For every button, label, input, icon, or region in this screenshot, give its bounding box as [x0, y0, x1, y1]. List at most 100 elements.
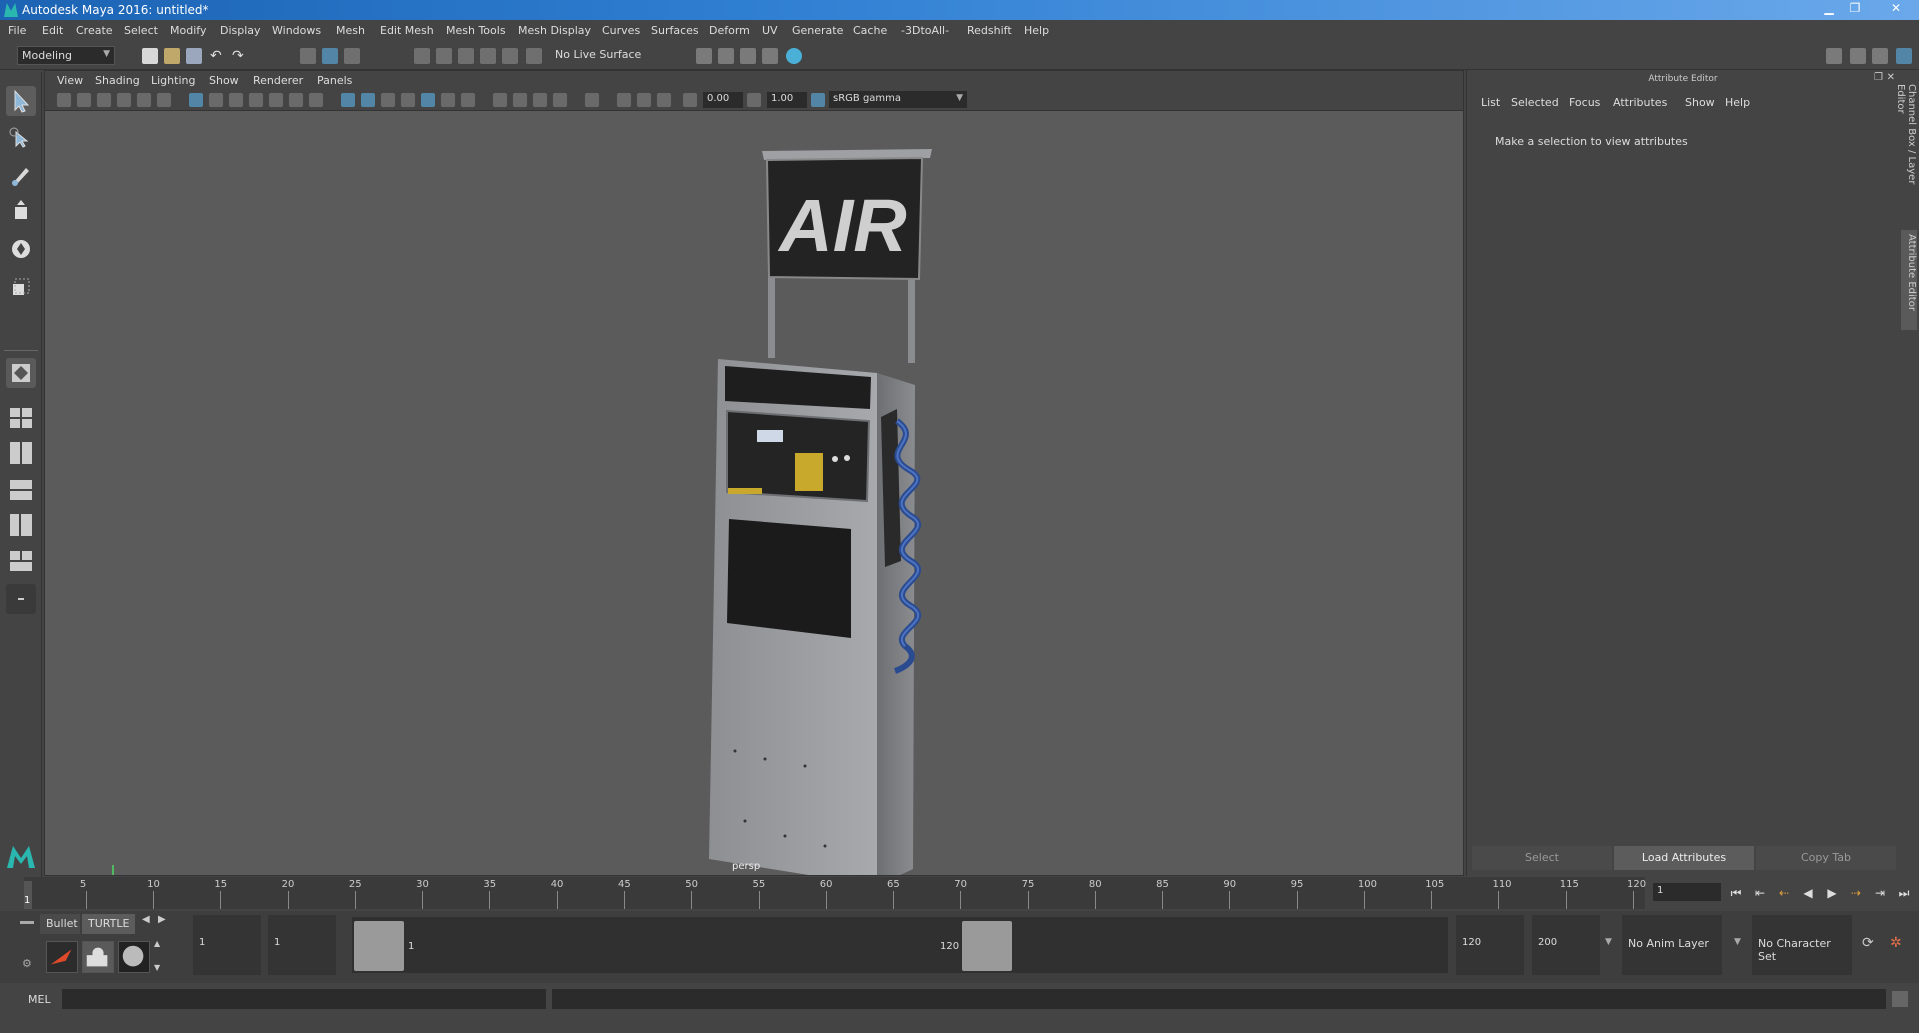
- panel-menu-shading[interactable]: Shading: [95, 74, 140, 87]
- animation-end-field[interactable]: 200: [1532, 915, 1600, 975]
- save-scene-icon[interactable]: [186, 48, 202, 64]
- open-scene-icon[interactable]: [164, 48, 180, 64]
- command-input[interactable]: [62, 989, 546, 1009]
- exposure-icon[interactable]: [683, 93, 697, 107]
- menu-help[interactable]: Help: [1024, 24, 1049, 37]
- restore-button[interactable]: ❐: [1842, 0, 1868, 18]
- gamma-field[interactable]: 1.00: [767, 92, 807, 108]
- time-slider[interactable]: 5 10 15 20 25 30 35 40 45 50 55 60 65 70 75 80 85 90 95 100…: [0, 877, 1919, 911]
- ae-menu-help[interactable]: Help: [1725, 96, 1750, 109]
- menu-display[interactable]: Display: [220, 24, 261, 37]
- exposure-field[interactable]: 0.00: [703, 92, 743, 108]
- shelf-tab-bullet[interactable]: Bullet: [40, 914, 80, 934]
- playback-start-field[interactable]: 1: [268, 915, 336, 975]
- chevron-down-icon[interactable]: ▼: [1605, 937, 1612, 947]
- ipr-render-icon[interactable]: [740, 48, 756, 64]
- load-attributes-button[interactable]: Load Attributes: [1614, 846, 1754, 870]
- rotate-tool[interactable]: [6, 234, 36, 264]
- menu-mesh-display[interactable]: Mesh Display: [518, 24, 591, 37]
- color-management-icon[interactable]: [811, 93, 825, 107]
- select-component-icon[interactable]: [344, 48, 360, 64]
- menu-cache[interactable]: Cache: [853, 24, 887, 37]
- menu-deform[interactable]: Deform: [709, 24, 750, 37]
- wireframe-on-shaded-icon[interactable]: [401, 93, 415, 107]
- shelf-scroll-up-icon[interactable]: ▲: [154, 939, 160, 948]
- animation-preferences-icon[interactable]: ✲: [1890, 935, 1902, 951]
- show-manipulator-tool[interactable]: [6, 358, 36, 388]
- turtle-render-icon[interactable]: [46, 941, 78, 973]
- menu-3dtoall[interactable]: -3DtoAll-: [901, 24, 949, 37]
- ae-menu-focus[interactable]: Focus: [1569, 96, 1600, 109]
- panel-menu-lighting[interactable]: Lighting: [151, 74, 195, 87]
- paint-select-tool[interactable]: [6, 160, 36, 190]
- range-end-handle[interactable]: [962, 921, 1012, 971]
- layout-two-view[interactable]: [6, 438, 36, 468]
- turtle-bake-icon[interactable]: [82, 941, 114, 973]
- 3d-viewport[interactable]: AIR persp: [45, 111, 1463, 875]
- chevron-down-icon[interactable]: ▼: [1734, 937, 1741, 947]
- view-transform-select[interactable]: sRGB gamma ▼: [829, 91, 967, 108]
- smooth-shade-icon[interactable]: [361, 93, 375, 107]
- step-back-frame-icon[interactable]: ⇤: [1752, 885, 1768, 901]
- image-plane-icon[interactable]: [117, 93, 131, 107]
- menu-curves[interactable]: Curves: [602, 24, 640, 37]
- tab-channel-box[interactable]: Channel Box / Layer Editor: [1895, 80, 1917, 220]
- xray-joints-icon[interactable]: [637, 93, 651, 107]
- snap-surface-icon[interactable]: [502, 48, 518, 64]
- range-start-handle[interactable]: [354, 921, 404, 971]
- panel-menu-panels[interactable]: Panels: [317, 74, 352, 87]
- safe-action-icon[interactable]: [289, 93, 303, 107]
- select-object-icon[interactable]: [322, 48, 338, 64]
- panel-menu-show[interactable]: Show: [209, 74, 239, 87]
- copy-tab-button[interactable]: Copy Tab: [1756, 846, 1896, 870]
- grid-icon[interactable]: [189, 93, 203, 107]
- snap-point-icon[interactable]: [458, 48, 474, 64]
- attribute-editor-toggle-icon[interactable]: [1896, 48, 1912, 64]
- field-chart-icon[interactable]: [269, 93, 283, 107]
- play-backwards-icon[interactable]: ◀: [1800, 885, 1816, 901]
- isolate-select-icon[interactable]: [585, 93, 599, 107]
- gate-mask-icon[interactable]: [249, 93, 263, 107]
- step-forward-frame-icon[interactable]: ⇥: [1872, 885, 1888, 901]
- select-hierarchy-icon[interactable]: [300, 48, 316, 64]
- undo-icon[interactable]: ↶: [210, 48, 226, 64]
- bookmark-icon[interactable]: [97, 93, 111, 107]
- layout-custom-view[interactable]: [6, 546, 36, 576]
- render-settings-icon[interactable]: [696, 48, 712, 64]
- scale-tool[interactable]: [6, 272, 36, 302]
- menu-edit-mesh[interactable]: Edit Mesh: [380, 24, 434, 37]
- use-all-lights-icon[interactable]: [441, 93, 455, 107]
- layout-four-view[interactable]: [6, 402, 36, 432]
- film-gate-icon[interactable]: [209, 93, 223, 107]
- menu-redshift[interactable]: Redshift: [967, 24, 1012, 37]
- textured-icon[interactable]: [421, 93, 435, 107]
- menu-create[interactable]: Create: [76, 24, 113, 37]
- select-tool[interactable]: [6, 86, 36, 116]
- screen-space-ao-icon[interactable]: [493, 93, 507, 107]
- menu-modify[interactable]: Modify: [170, 24, 206, 37]
- float-panel-icon[interactable]: ❐: [1874, 72, 1883, 83]
- gamma-icon[interactable]: [747, 93, 761, 107]
- lasso-tool[interactable]: [6, 124, 36, 154]
- toolbox-collapse[interactable]: [6, 584, 36, 614]
- menu-edit[interactable]: Edit: [42, 24, 63, 37]
- auto-key-icon[interactable]: ⟳: [1862, 935, 1874, 951]
- go-to-end-icon[interactable]: ⏭: [1896, 885, 1912, 901]
- live-surface-field[interactable]: No Live Surface: [551, 46, 649, 64]
- anim-layer-select[interactable]: No Anim Layer: [1622, 915, 1722, 975]
- xray-icon[interactable]: [617, 93, 631, 107]
- channel-box-toggle-icon[interactable]: [1850, 48, 1866, 64]
- menu-generate[interactable]: Generate: [792, 24, 843, 37]
- shelf-prev-icon[interactable]: ◀: [142, 914, 150, 925]
- multisample-aa-icon[interactable]: [533, 93, 547, 107]
- turtle-surface-icon[interactable]: [118, 941, 150, 973]
- camera-attributes-icon[interactable]: [77, 93, 91, 107]
- menu-uv[interactable]: UV: [762, 24, 778, 37]
- wireframe-icon[interactable]: [341, 93, 355, 107]
- menu-surfaces[interactable]: Surfaces: [651, 24, 699, 37]
- select-button[interactable]: Select: [1472, 846, 1612, 870]
- shelf-menu-icon[interactable]: [20, 921, 34, 924]
- grease-pencil-icon[interactable]: [157, 93, 171, 107]
- menu-mesh[interactable]: Mesh: [336, 24, 365, 37]
- animation-start-field[interactable]: 1: [193, 915, 261, 975]
